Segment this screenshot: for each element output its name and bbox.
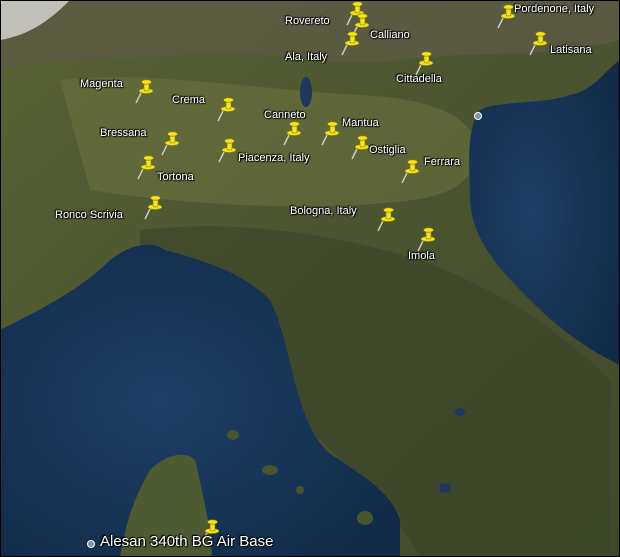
label-cittadella: Cittadella xyxy=(396,73,442,85)
pushpin-icon[interactable] xyxy=(217,137,239,163)
label-imola: Imola xyxy=(408,250,435,262)
pushpin-icon[interactable] xyxy=(282,120,304,146)
pushpin-icon[interactable] xyxy=(528,30,550,56)
label-ostiglia: Ostiglia xyxy=(369,144,406,156)
pushpin-icon[interactable] xyxy=(136,154,158,180)
pushpin-icon[interactable] xyxy=(216,96,238,122)
label-rovereto: Rovereto xyxy=(285,15,330,27)
label-ronco-scrivia: Ronco Scrivia xyxy=(55,209,123,221)
pushpin-icon[interactable] xyxy=(134,78,156,104)
label-calliano: Calliano xyxy=(370,29,410,41)
label-tortona: Tortona xyxy=(157,171,194,183)
label-bressana: Bressana xyxy=(100,127,147,139)
label-ferrara: Ferrara xyxy=(424,156,461,168)
pushpin-icon[interactable] xyxy=(400,158,422,184)
label-canneto: Canneto xyxy=(264,109,306,121)
pushpin-icon[interactable] xyxy=(416,226,438,252)
label-piacenza: Piacenza, Italy xyxy=(238,152,310,164)
pushpin-icon[interactable] xyxy=(340,30,362,56)
place-marker-dot xyxy=(87,540,95,548)
pushpin-icon[interactable] xyxy=(376,206,398,232)
label-mantua: Mantua xyxy=(342,117,379,129)
pushpin-icon[interactable] xyxy=(320,120,342,146)
pushpin-icon[interactable] xyxy=(143,194,165,220)
label-crema: Crema xyxy=(172,94,206,106)
label-alesan: Alesan 340th BG Air Base xyxy=(100,533,274,550)
satellite-map[interactable]: Rovereto Calliano Ala, Italy Pordenone, … xyxy=(0,0,620,557)
place-marker-dot xyxy=(474,112,482,120)
label-bologna: Bologna, Italy xyxy=(290,205,357,217)
label-magenta: Magenta xyxy=(80,78,123,90)
label-pordenone: Pordenone, Italy xyxy=(514,3,595,15)
label-latisana: Latisana xyxy=(550,44,592,56)
pushpin-icon[interactable] xyxy=(160,130,182,156)
label-ala: Ala, Italy xyxy=(285,51,328,63)
